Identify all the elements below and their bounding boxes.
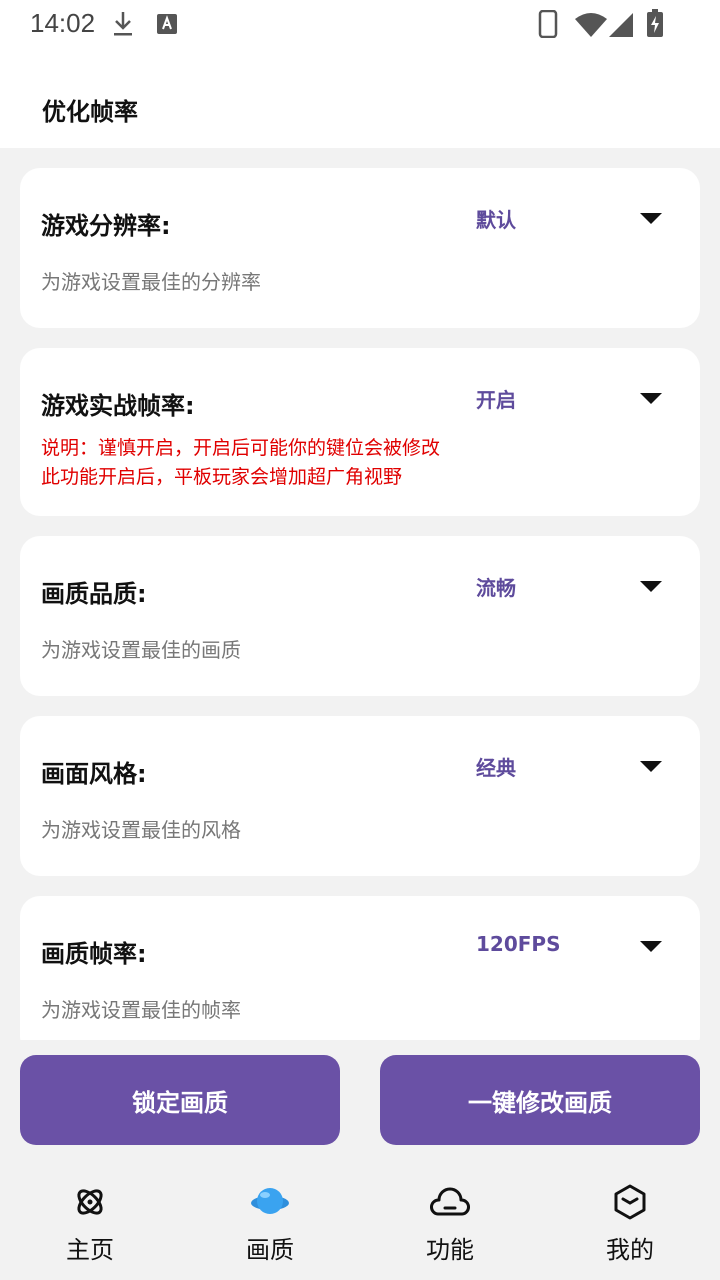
page-title: 优化帧率 xyxy=(42,98,138,126)
nav-item-quality[interactable]: 画质 xyxy=(180,1170,360,1280)
fps-dropdown-arrow-icon[interactable] xyxy=(640,941,662,952)
status-bar: 14:02 xyxy=(0,0,720,48)
nav-label-quality: 画质 xyxy=(246,1236,294,1264)
fps-title: 画质帧率: xyxy=(41,940,147,968)
battery-charging-icon xyxy=(647,9,663,37)
bottom-nav: 主页 画质 功能 我的 xyxy=(0,1170,720,1280)
action-bar: 锁定画质 一键修改画质 xyxy=(0,1040,720,1170)
nav-label-mine: 我的 xyxy=(606,1236,654,1264)
combat-fps-dropdown-arrow-icon[interactable] xyxy=(640,393,662,404)
resolution-card[interactable]: 游戏分辨率: 默认 为游戏设置最佳的分辨率 xyxy=(20,168,700,328)
style-desc: 为游戏设置最佳的风格 xyxy=(41,818,241,842)
one-click-modify-button[interactable]: 一键修改画质 xyxy=(380,1055,700,1145)
orbit-icon xyxy=(77,1189,103,1215)
nav-item-mine[interactable]: 我的 xyxy=(540,1170,720,1280)
fps-card[interactable]: 画质帧率: 120FPS 为游戏设置最佳的帧率 xyxy=(20,896,700,1040)
fps-value[interactable]: 120FPS xyxy=(476,932,560,956)
cube-icon xyxy=(614,1184,646,1220)
phone-icon xyxy=(538,10,558,38)
combat-fps-value[interactable]: 开启 xyxy=(476,384,516,413)
settings-list[interactable]: 游戏分辨率: 默认 为游戏设置最佳的分辨率 游戏实战帧率: 开启 说明：谨慎开启… xyxy=(0,148,720,1040)
nav-label-features: 功能 xyxy=(426,1236,474,1264)
fps-desc: 为游戏设置最佳的帧率 xyxy=(41,998,241,1022)
quality-desc: 为游戏设置最佳的画质 xyxy=(41,638,241,662)
nav-item-home[interactable]: 主页 xyxy=(0,1170,180,1280)
quality-card[interactable]: 画质品质: 流畅 为游戏设置最佳的画质 xyxy=(20,536,700,696)
combat-fps-title: 游戏实战帧率: xyxy=(41,392,195,420)
style-title: 画面风格: xyxy=(41,760,147,788)
download-icon xyxy=(114,12,132,36)
quality-value[interactable]: 流畅 xyxy=(476,572,516,601)
nav-label-home: 主页 xyxy=(66,1236,114,1264)
quality-title: 画质品质: xyxy=(41,580,147,608)
app-header: 优化帧率 xyxy=(0,48,720,148)
keyboard-a-icon xyxy=(157,14,177,34)
cloud-icon xyxy=(430,1187,470,1216)
combat-fps-warning-line2: 此功能开启后，平板玩家会增加超广角视野 xyxy=(41,466,403,488)
style-value[interactable]: 经典 xyxy=(476,752,516,781)
combat-fps-warning-line1: 说明：谨慎开启，开启后可能你的键位会被修改 xyxy=(41,437,441,459)
status-time: 14:02 xyxy=(30,8,96,38)
style-card[interactable]: 画面风格: 经典 为游戏设置最佳的风格 xyxy=(20,716,700,876)
style-dropdown-arrow-icon[interactable] xyxy=(640,761,662,772)
combat-fps-card[interactable]: 游戏实战帧率: 开启 说明：谨慎开启，开启后可能你的键位会被修改 此功能开启后，… xyxy=(20,348,700,516)
resolution-value[interactable]: 默认 xyxy=(476,204,516,233)
nav-item-features[interactable]: 功能 xyxy=(360,1170,540,1280)
resolution-title: 游戏分辨率: xyxy=(41,212,171,240)
resolution-dropdown-arrow-icon[interactable] xyxy=(640,213,662,224)
wifi-icon xyxy=(575,13,607,37)
lock-quality-button[interactable]: 锁定画质 xyxy=(20,1055,340,1145)
resolution-desc: 为游戏设置最佳的分辨率 xyxy=(41,270,261,294)
blue-planet-icon xyxy=(251,1188,289,1214)
quality-dropdown-arrow-icon[interactable] xyxy=(640,581,662,592)
signal-icon xyxy=(609,13,633,37)
